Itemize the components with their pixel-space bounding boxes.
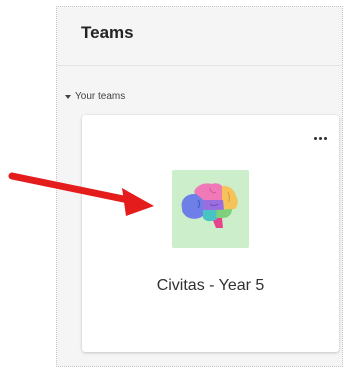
team-name[interactable]: Civitas - Year 5 xyxy=(82,277,339,295)
your-teams-toggle[interactable]: Your teams xyxy=(65,91,125,102)
more-options-button[interactable] xyxy=(311,133,329,143)
brain-icon xyxy=(181,183,238,228)
more-options-dot xyxy=(323,136,327,140)
page-title: Teams xyxy=(81,23,134,42)
section-label: Your teams xyxy=(75,91,126,102)
teams-panel: Teams Your teams Civitas - Year 5 xyxy=(56,6,343,367)
more-options-icon xyxy=(313,136,317,140)
more-options-dot xyxy=(318,136,322,140)
panel-header: Teams xyxy=(57,7,342,66)
team-card[interactable]: Civitas - Year 5 xyxy=(82,115,339,352)
caret-down-icon xyxy=(65,94,71,99)
team-avatar[interactable] xyxy=(172,170,249,248)
